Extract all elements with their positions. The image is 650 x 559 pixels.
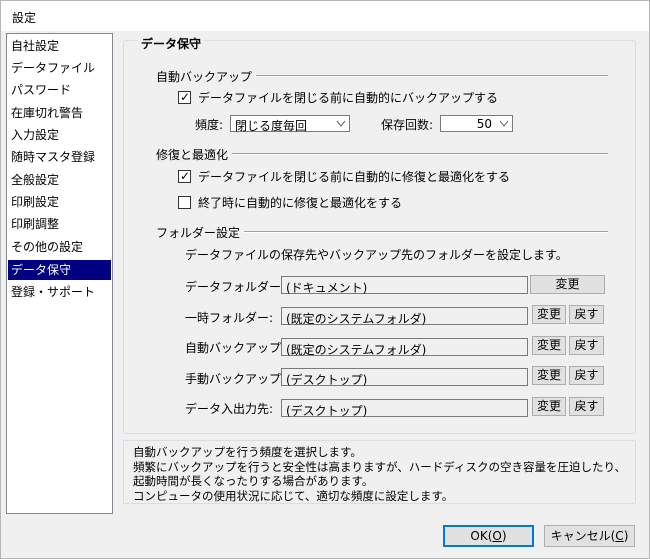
temp-folder-reset-button[interactable]: 戻す <box>569 305 604 324</box>
backup-count-label: 保存回数: <box>381 118 434 132</box>
data-folder-path: (ドキュメント) <box>281 276 528 295</box>
manual-backup-folder-change-button[interactable]: 変更 <box>532 366 566 385</box>
help-line: コンピュータの使用状況に応じて、適切な頻度に設定します。 <box>133 489 454 503</box>
repair-section-label: 修復と最適化 <box>156 146 233 163</box>
auto-backup-folder-reset-button[interactable]: 戻す <box>569 336 604 355</box>
sidebar-item-print-adjust[interactable]: 印刷調整 <box>8 214 111 234</box>
section-divider <box>246 75 608 77</box>
cancel-button-label: キャンセル( <box>550 529 616 543</box>
frequency-value: 閉じる度毎回 <box>235 119 308 133</box>
manual-backup-folder-path-value: (デスクトップ) <box>286 373 368 387</box>
data-folder-label: データフォルダー: <box>185 280 286 294</box>
folder-section-label: フォルダー設定 <box>156 224 245 241</box>
sidebar-item-other[interactable]: その他の設定 <box>8 237 111 257</box>
sidebar-item-data-file[interactable]: データファイル <box>8 58 111 78</box>
autobackup-checkbox[interactable]: ✓ <box>178 90 191 104</box>
help-line: 自動バックアップを行う頻度を選択します。 <box>133 445 362 459</box>
cancel-button-label-close: ) <box>623 529 629 543</box>
section-divider <box>230 153 608 155</box>
sidebar-item-general[interactable]: 全般設定 <box>8 170 111 190</box>
io-folder-change-button[interactable]: 変更 <box>532 397 566 416</box>
frequency-label: 頻度: <box>195 118 224 132</box>
autobackup-checkbox-label[interactable]: データファイルを閉じる前に自動的にバックアップする <box>198 89 498 106</box>
sidebar-item-company[interactable]: 自社設定 <box>8 36 111 56</box>
repair-before-close-label[interactable]: データファイルを閉じる前に自動的に修復と最適化をする <box>198 168 510 185</box>
ok-button[interactable]: OK(O) <box>443 525 534 547</box>
sidebar-item-data-maintenance[interactable]: データ保守 <box>8 260 111 280</box>
cancel-button[interactable]: キャンセル(C) <box>544 525 635 547</box>
sidebar-item-stock-warning[interactable]: 在庫切れ警告 <box>8 103 111 123</box>
io-folder-path-value: (デスクトップ) <box>286 404 368 418</box>
chevron-down-icon <box>499 120 509 127</box>
sidebar-item-master-register[interactable]: 随時マスタ登録 <box>8 147 111 167</box>
sidebar-item-print[interactable]: 印刷設定 <box>8 192 111 212</box>
auto-backup-folder-label: 自動バックアップ: <box>185 341 286 355</box>
dialog-body: 自社設定 データファイル パスワード 在庫切れ警告 入力設定 随時マスタ登録 全… <box>0 31 650 559</box>
temp-folder-change-button[interactable]: 変更 <box>532 305 566 324</box>
check-icon: ✓ <box>180 90 191 104</box>
data-folder-change-button[interactable]: 変更 <box>530 275 605 294</box>
auto-backup-folder-change-button[interactable]: 変更 <box>532 336 566 355</box>
cancel-accesskey: C <box>615 529 624 543</box>
backup-count-value: 50 <box>476 117 492 131</box>
chevron-down-icon <box>336 120 346 127</box>
section-divider <box>237 231 608 233</box>
data-folder-path-value: (ドキュメント) <box>286 281 368 295</box>
backup-count-select[interactable]: 50 <box>440 115 513 132</box>
autobackup-section-label: 自動バックアップ <box>156 68 257 85</box>
title-bar: 設定 <box>0 0 650 31</box>
check-icon: ✓ <box>180 169 191 183</box>
ok-button-label: OK( <box>470 529 493 543</box>
sidebar-item-input[interactable]: 入力設定 <box>8 125 111 145</box>
temp-folder-label: 一時フォルダー: <box>185 311 274 325</box>
ok-button-label-close: ) <box>501 529 507 543</box>
auto-backup-folder-path-value: (既定のシステムフォルダ) <box>286 343 427 357</box>
repair-on-exit-checkbox[interactable] <box>178 196 191 209</box>
sidebar-item-password[interactable]: パスワード <box>8 80 111 100</box>
auto-backup-folder-path: (既定のシステムフォルダ) <box>281 338 528 357</box>
repair-on-exit-label[interactable]: 終了時に自動的に修復と最適化をする <box>198 194 402 211</box>
window-title: 設定 <box>12 11 37 25</box>
io-folder-reset-button[interactable]: 戻す <box>569 397 604 416</box>
settings-category-list[interactable]: 自社設定 データファイル パスワード 在庫切れ警告 入力設定 随時マスタ登録 全… <box>6 33 113 514</box>
ok-accesskey: O <box>492 529 502 543</box>
sidebar-item-registration-support[interactable]: 登録・サポート <box>8 282 111 302</box>
folder-description: データファイルの保存先やバックアップ先のフォルダーを設定します。 <box>185 248 568 262</box>
repair-before-close-checkbox[interactable]: ✓ <box>178 169 191 183</box>
manual-backup-folder-reset-button[interactable]: 戻す <box>569 366 604 385</box>
temp-folder-path-value: (既定のシステムフォルダ) <box>286 312 427 326</box>
group-title: データ保守 <box>138 35 205 52</box>
help-description-box: 自動バックアップを行う頻度を選択します。 頻繁にバックアップを行うと安全性は高ま… <box>123 440 636 504</box>
manual-backup-folder-label: 手動バックアップ: <box>185 372 286 386</box>
frequency-select[interactable]: 閉じる度毎回 <box>230 115 350 133</box>
io-folder-path: (デスクトップ) <box>281 399 528 418</box>
temp-folder-path: (既定のシステムフォルダ) <box>281 307 528 326</box>
manual-backup-folder-path: (デスクトップ) <box>281 368 528 387</box>
help-line: 起動時間が長くなったりする場合があります。 <box>133 474 374 488</box>
io-folder-label: データ入出力先: <box>185 402 274 416</box>
